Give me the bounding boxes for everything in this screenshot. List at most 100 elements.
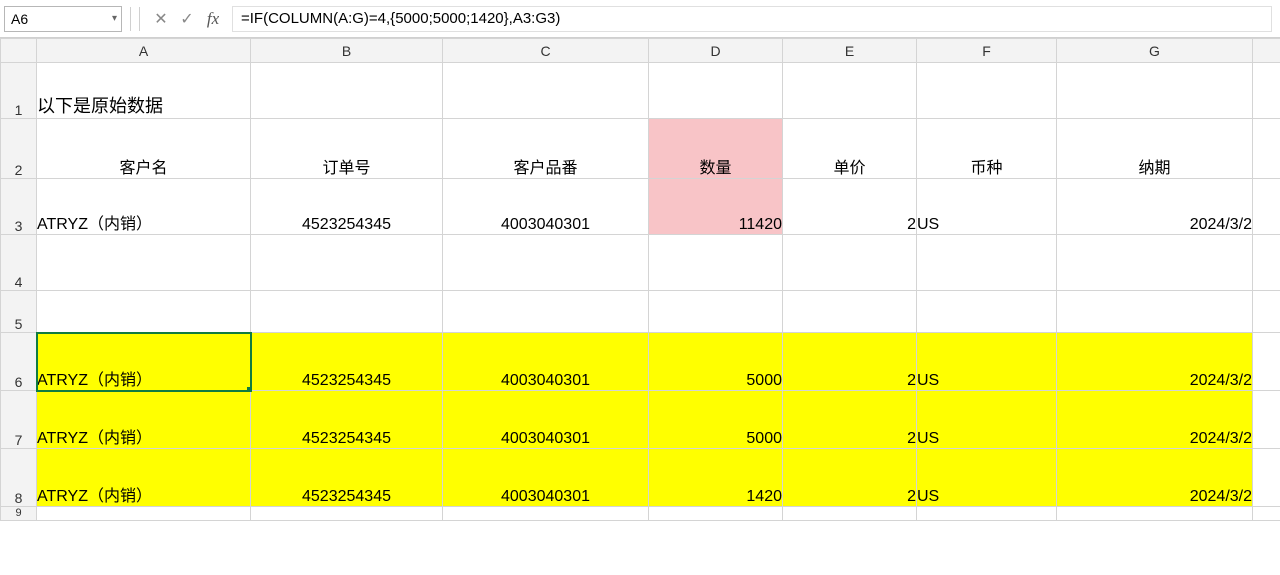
cell-c8[interactable]: 4003040301 — [443, 449, 649, 507]
col-header-d[interactable]: D — [649, 39, 783, 63]
cell-c9[interactable] — [443, 507, 649, 521]
cell-e1[interactable] — [783, 63, 917, 119]
cell-a6[interactable]: ATRYZ（内销） — [37, 333, 251, 391]
cell-e4[interactable] — [783, 235, 917, 291]
row-header-2[interactable]: 2 — [1, 119, 37, 179]
cell-e9[interactable] — [783, 507, 917, 521]
cell-f4[interactable] — [917, 235, 1057, 291]
cell-h9[interactable] — [1253, 507, 1280, 521]
cell-h4[interactable] — [1253, 235, 1280, 291]
col-header-f[interactable]: F — [917, 39, 1057, 63]
cell-d4[interactable] — [649, 235, 783, 291]
cell-e7[interactable]: 2 — [783, 391, 917, 449]
col-header-c[interactable]: C — [443, 39, 649, 63]
row-header-9[interactable]: 9 — [1, 507, 37, 521]
name-box[interactable]: A6 ▾ — [4, 6, 122, 32]
column-header-row: A B C D E F G — [1, 39, 1280, 63]
cell-f3[interactable]: US — [917, 179, 1057, 235]
cell-f2[interactable]: 币种 — [917, 119, 1057, 179]
cell-g9[interactable] — [1057, 507, 1253, 521]
spreadsheet-grid[interactable]: A B C D E F G 1 以下是原始数据 2 客户名 订单号 客户品番 数… — [0, 38, 1280, 521]
cell-g7[interactable]: 2024/3/2 — [1057, 391, 1253, 449]
cell-a2[interactable]: 客户名 — [37, 119, 251, 179]
cell-b1[interactable] — [251, 63, 443, 119]
cell-g6[interactable]: 2024/3/2 — [1057, 333, 1253, 391]
formula-input[interactable]: =IF(COLUMN(A:G)=4,{5000;5000;1420},A3:G3… — [232, 6, 1272, 32]
row-5: 5 — [1, 291, 1280, 333]
col-header-b[interactable]: B — [251, 39, 443, 63]
cell-c5[interactable] — [443, 291, 649, 333]
cell-f5[interactable] — [917, 291, 1057, 333]
cell-d9[interactable] — [649, 507, 783, 521]
cell-a9[interactable] — [37, 507, 251, 521]
cell-d8[interactable]: 1420 — [649, 449, 783, 507]
cell-e2[interactable]: 单价 — [783, 119, 917, 179]
cell-g8[interactable]: 2024/3/2 — [1057, 449, 1253, 507]
cell-g2[interactable]: 纳期 — [1057, 119, 1253, 179]
fx-icon[interactable]: fx — [200, 6, 226, 32]
cell-b3[interactable]: 4523254345 — [251, 179, 443, 235]
row-6: 6 ATRYZ（内销） 4523254345 4003040301 5000 2… — [1, 333, 1280, 391]
cell-a7[interactable]: ATRYZ（内销） — [37, 391, 251, 449]
cell-c7[interactable]: 4003040301 — [443, 391, 649, 449]
cell-b4[interactable] — [251, 235, 443, 291]
cell-h2[interactable] — [1253, 119, 1280, 179]
confirm-icon[interactable]: ✓ — [174, 6, 200, 32]
cell-c6[interactable]: 4003040301 — [443, 333, 649, 391]
cell-g1[interactable] — [1057, 63, 1253, 119]
col-header-a[interactable]: A — [37, 39, 251, 63]
row-header-7[interactable]: 7 — [1, 391, 37, 449]
cell-a4[interactable] — [37, 235, 251, 291]
cell-g3[interactable]: 2024/3/2 — [1057, 179, 1253, 235]
cell-g5[interactable] — [1057, 291, 1253, 333]
col-header-g[interactable]: G — [1057, 39, 1253, 63]
cell-f7[interactable]: US — [917, 391, 1057, 449]
cell-c1[interactable] — [443, 63, 649, 119]
row-header-3[interactable]: 3 — [1, 179, 37, 235]
cell-g4[interactable] — [1057, 235, 1253, 291]
row-header-4[interactable]: 4 — [1, 235, 37, 291]
cell-f8[interactable]: US — [917, 449, 1057, 507]
cell-e5[interactable] — [783, 291, 917, 333]
cell-f6[interactable]: US — [917, 333, 1057, 391]
cell-d7[interactable]: 5000 — [649, 391, 783, 449]
cell-b5[interactable] — [251, 291, 443, 333]
cell-c4[interactable] — [443, 235, 649, 291]
cell-h6[interactable] — [1253, 333, 1280, 391]
cell-e6[interactable]: 2 — [783, 333, 917, 391]
separator — [139, 7, 140, 31]
cell-f9[interactable] — [917, 507, 1057, 521]
cell-b2[interactable]: 订单号 — [251, 119, 443, 179]
cell-h3[interactable] — [1253, 179, 1280, 235]
cell-h8[interactable] — [1253, 449, 1280, 507]
row-header-1[interactable]: 1 — [1, 63, 37, 119]
cell-a5[interactable] — [37, 291, 251, 333]
cell-d1[interactable] — [649, 63, 783, 119]
cell-d2[interactable]: 数量 — [649, 119, 783, 179]
cell-b8[interactable]: 4523254345 — [251, 449, 443, 507]
cell-c3[interactable]: 4003040301 — [443, 179, 649, 235]
cell-f1[interactable] — [917, 63, 1057, 119]
cell-h5[interactable] — [1253, 291, 1280, 333]
cell-e8[interactable]: 2 — [783, 449, 917, 507]
cell-a3[interactable]: ATRYZ（内销） — [37, 179, 251, 235]
cell-c2[interactable]: 客户品番 — [443, 119, 649, 179]
col-header-e[interactable]: E — [783, 39, 917, 63]
select-all-corner[interactable] — [1, 39, 37, 63]
cell-b9[interactable] — [251, 507, 443, 521]
row-header-5[interactable]: 5 — [1, 291, 37, 333]
cell-b7[interactable]: 4523254345 — [251, 391, 443, 449]
cell-h7[interactable] — [1253, 391, 1280, 449]
cell-h1[interactable] — [1253, 63, 1280, 119]
cell-d5[interactable] — [649, 291, 783, 333]
cell-d3[interactable]: 11420 — [649, 179, 783, 235]
cancel-icon[interactable]: ✕ — [148, 6, 174, 32]
cell-b6[interactable]: 4523254345 — [251, 333, 443, 391]
row-header-8[interactable]: 8 — [1, 449, 37, 507]
cell-e3[interactable]: 2 — [783, 179, 917, 235]
col-header-next[interactable] — [1253, 39, 1280, 63]
cell-a8[interactable]: ATRYZ（内销） — [37, 449, 251, 507]
row-header-6[interactable]: 6 — [1, 333, 37, 391]
cell-d6[interactable]: 5000 — [649, 333, 783, 391]
cell-a1[interactable]: 以下是原始数据 — [37, 63, 251, 119]
